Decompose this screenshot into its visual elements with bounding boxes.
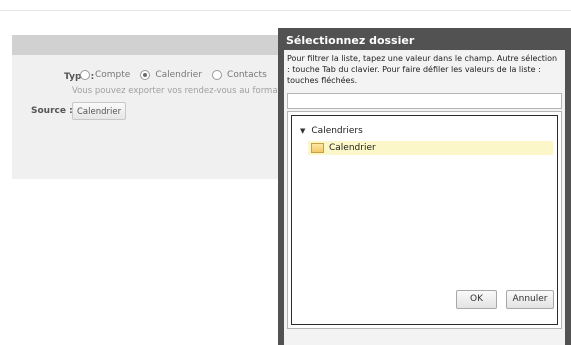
radio-calendrier-label[interactable]: Calendrier — [155, 70, 202, 80]
top-divider — [0, 10, 571, 11]
top-strip — [0, 0, 571, 10]
ok-button[interactable]: OK — [456, 290, 497, 309]
radio-compte[interactable] — [80, 70, 90, 80]
radio-compte-label[interactable]: Compte — [95, 70, 130, 80]
radio-contacts[interactable] — [212, 70, 223, 80]
export-hint: Vous pouvez exporter vos rendez-vous au … — [72, 86, 278, 96]
cancel-button[interactable]: Annuler — [506, 290, 554, 309]
tree-item-calendrier[interactable]: Calendrier — [308, 141, 553, 155]
dialog-instructions: Pour filtrer la liste, tapez une valeur … — [287, 54, 558, 85]
tree-root-calendriers[interactable]: ▼ Calendriers — [300, 126, 363, 136]
source-label: Source : — [31, 106, 73, 116]
radio-contacts-label[interactable]: Contacts — [227, 70, 267, 80]
header-bar — [12, 35, 278, 55]
folder-icon — [311, 143, 324, 153]
radio-calendrier[interactable] — [140, 70, 151, 80]
tree-root-label: Calendriers — [311, 126, 363, 136]
dialog-title: Sélectionnez dossier — [286, 34, 415, 47]
triangle-down-icon[interactable]: ▼ — [300, 127, 305, 135]
source-button[interactable]: Calendrier — [72, 102, 127, 120]
tree-item-label: Calendrier — [329, 143, 376, 153]
filter-input[interactable] — [287, 93, 562, 109]
type-radio-group: Compte Calendrier Contacts — [80, 70, 277, 80]
